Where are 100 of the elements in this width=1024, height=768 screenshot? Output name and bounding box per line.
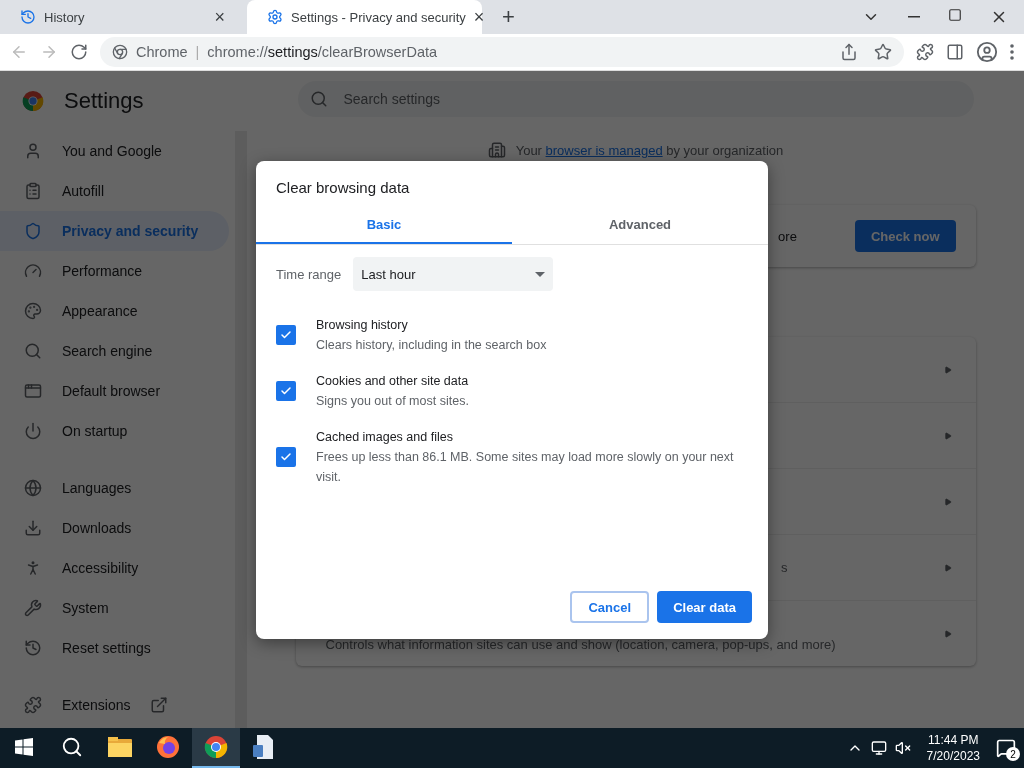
minimize-icon[interactable] [908,16,920,18]
dialog-tab[interactable]: Basic [256,206,512,244]
building-icon [487,141,506,159]
option-title: Browsing history [316,317,409,334]
chrome-icon [112,44,128,60]
history-icon [24,639,42,657]
external-link-icon [150,696,169,714]
profile-icon [976,41,998,63]
sidebar-item[interactable]: Privacy and security [0,211,229,251]
card-text: ore [778,228,797,244]
history-icon [20,9,36,25]
time-range-select[interactable]: Last hour [353,257,554,291]
tab-title: History [44,9,86,25]
arrow-right-icon [943,365,952,374]
search-icon [309,90,328,108]
checkbox[interactable] [276,381,296,401]
sidebar-item[interactable]: Accessibility [0,548,229,588]
sidebar-item[interactable]: You and Google [0,131,229,171]
globe-icon [24,479,42,497]
sidebar-item[interactable]: Reset settings [0,628,229,668]
address-bar[interactable]: Chrome | chrome://settings/clearBrowserData [100,37,904,67]
checkbox[interactable] [276,447,296,467]
power-icon [24,422,42,440]
tab-title: Settings - Privacy and security [291,9,466,25]
settings-title: Settings [64,88,144,114]
forward-icon [40,43,58,61]
windows-logo-icon [15,738,33,756]
sidebar-item[interactable]: Default browser [0,371,229,411]
dialog-tab[interactable]: Advanced [512,206,768,244]
sidebar-item[interactable]: Extensions [0,685,229,725]
restore-icon [948,8,962,22]
volume-muted-icon [894,740,911,756]
arrow-right-icon [943,563,952,572]
clipboard-icon [24,182,42,200]
download-icon [24,519,42,537]
option-description: Clears history, including in the search box [316,337,547,354]
notification-count: 2 [1006,747,1020,761]
check-icon [280,385,292,397]
star-icon [874,43,892,61]
chrome-logo-icon [204,735,228,759]
arrow-right-icon [943,629,952,638]
side-panel-icon [946,43,964,61]
browser-tab[interactable]: History × [0,0,235,34]
firefox-logo-icon [156,735,180,759]
search-field[interactable]: Search settings [297,81,974,117]
extensions-icon [916,43,934,61]
time-range-label: Time range [276,266,342,282]
option-description: Frees up less than 86.1 MB. Some sites may load more slowly on your next visit. [316,449,735,486]
check-icon [280,329,292,341]
sidebar-item[interactable]: Appearance [0,291,229,331]
sidebar-item[interactable]: On startup [0,411,229,451]
arrow-right-icon [943,497,952,506]
option-description: Signs you out of most sites. [316,393,469,410]
shield-icon [24,222,42,240]
managed-link[interactable]: browser is managed [545,142,663,158]
checkbox[interactable] [276,325,296,345]
option-title: Cached images and files [316,429,454,446]
dropdown-icon [535,271,546,277]
dialog-title: Clear browsing data [275,178,411,196]
sidebar-item[interactable]: Languages [0,468,229,508]
close-tab-button[interactable]: × [473,6,485,28]
document-icon [253,735,275,759]
sidebar-item[interactable]: Autofill [0,171,229,211]
check-icon [280,451,292,463]
site-label: Chrome [136,44,188,60]
sidebar-item[interactable]: Search engine [0,331,229,371]
search-icon [61,736,83,758]
new-tab-button[interactable]: + [494,4,523,30]
gauge-icon [24,262,42,280]
scrollbar[interactable] [235,131,247,728]
clear-data-button[interactable]: Clear data [657,591,752,623]
arrow-right-icon [943,431,952,440]
menu-icon[interactable] [1010,44,1014,60]
folder-icon [108,737,132,757]
puzzle-icon [24,696,42,714]
taskbar-app[interactable] [192,728,240,768]
chrome-logo-icon [22,90,44,112]
window-icon [24,382,42,400]
managed-notice: Your browser is managed by your organization [515,142,784,158]
gear-icon [267,9,283,25]
option-title: Cookies and other site data [316,373,469,390]
cancel-button[interactable]: Cancel [570,591,650,623]
close-tab-button[interactable]: × [214,6,225,28]
url-text: chrome://settings/clearBrowserData [207,44,438,60]
row-description: s [780,560,789,575]
palette-icon [24,302,42,320]
sidebar-item[interactable]: Downloads [0,508,229,548]
share-icon [840,43,858,61]
clock-date: 7/20/2023 [926,748,980,764]
notification-icon [996,738,1016,758]
search-icon [24,342,42,360]
check-now-button[interactable]: Check now [854,220,956,252]
clock-time: 11:44 PM [928,732,979,748]
reload-icon [70,43,88,61]
separator: | [195,44,200,60]
network-icon [870,740,887,756]
browser-tab[interactable]: Settings - Privacy and security × [247,0,482,34]
sidebar-item[interactable]: Performance [0,251,229,291]
sidebar-item[interactable]: System [0,588,229,628]
back-icon [10,43,28,61]
